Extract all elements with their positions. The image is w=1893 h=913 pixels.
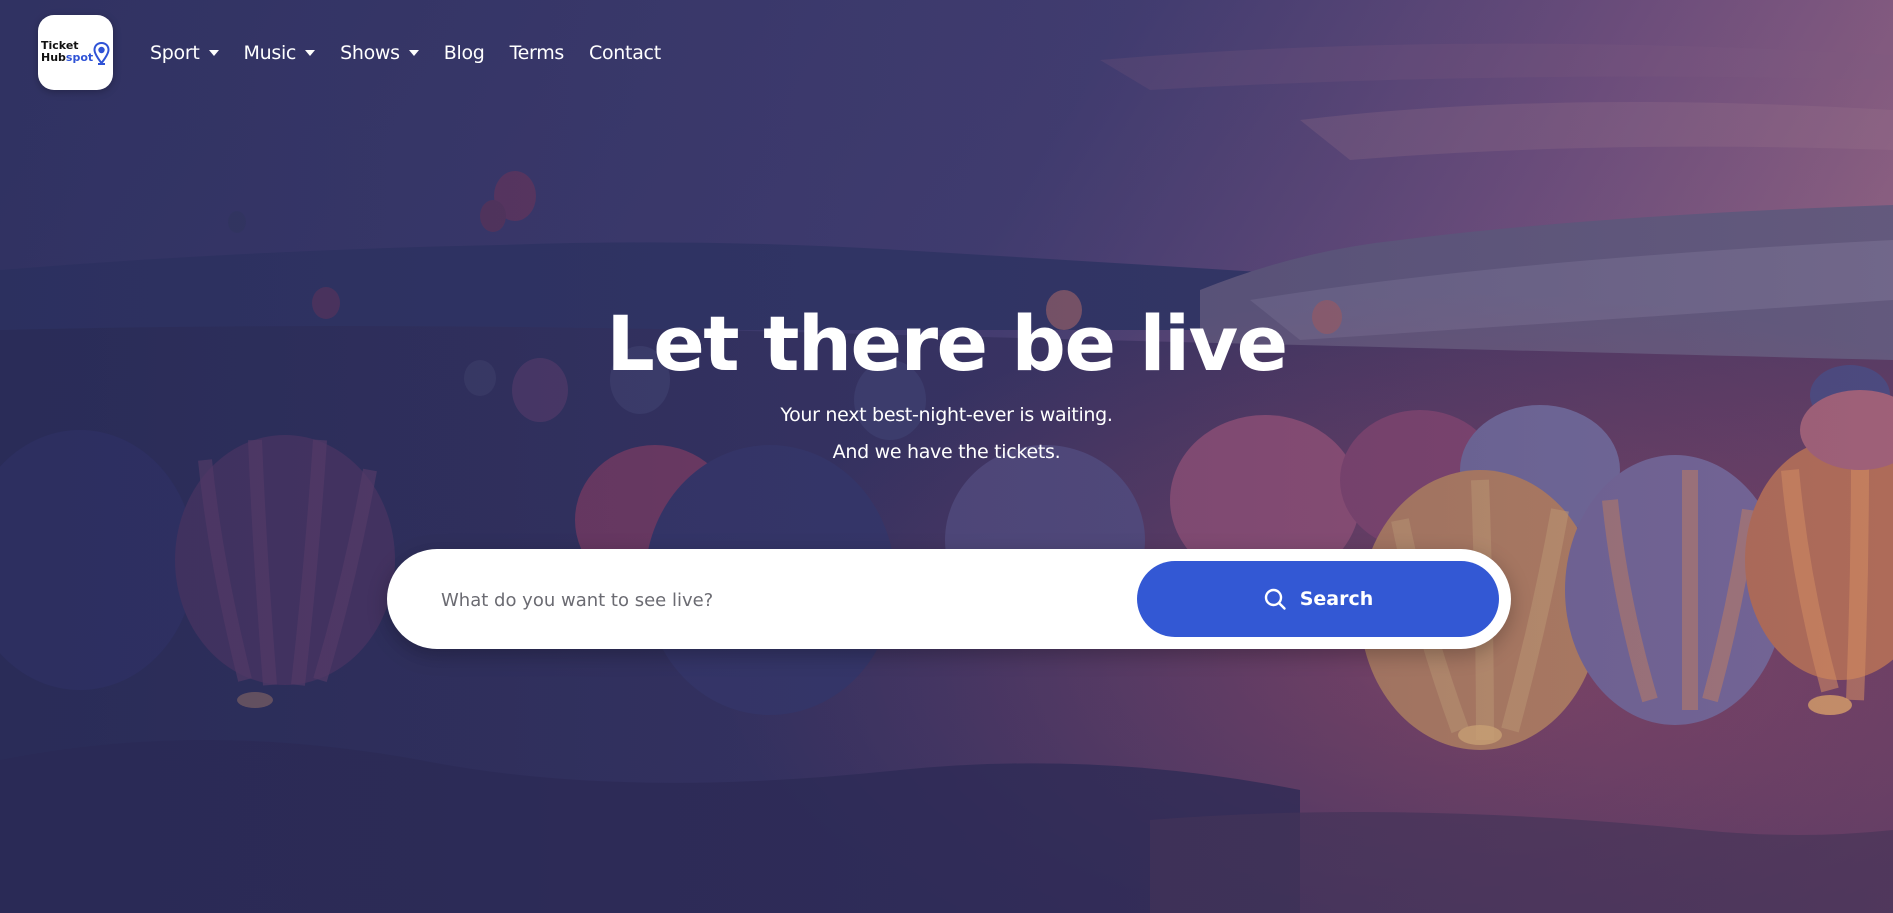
- hero-title: Let there be live: [606, 299, 1288, 388]
- nav-item-contact[interactable]: Contact: [589, 42, 661, 64]
- nav-item-terms[interactable]: Terms: [509, 42, 565, 64]
- main-nav: Sport Music Shows Blog Terms Contact: [150, 38, 686, 68]
- chevron-down-icon: [305, 50, 316, 56]
- nav-item-label: Sport: [150, 42, 200, 64]
- search-button-label: Search: [1299, 588, 1374, 610]
- nav-item-shows[interactable]: Shows: [340, 42, 419, 64]
- location-pin-icon: [93, 42, 110, 65]
- nav-item-label: Terms: [509, 42, 565, 64]
- site-logo[interactable]: Ticket Hubspot: [38, 15, 113, 90]
- logo-text-hubspot: Hubspot: [41, 52, 93, 63]
- hero-subtitle-line2: And we have the tickets.: [832, 441, 1061, 463]
- logo-text-ticket: Ticket: [41, 39, 79, 52]
- nav-item-label: Blog: [443, 42, 485, 64]
- nav-item-label: Shows: [340, 42, 400, 64]
- logo-text-spot: spot: [65, 51, 94, 64]
- nav-item-sport[interactable]: Sport: [150, 42, 219, 64]
- site-header: Ticket Hubspot Sport Music Shows Blog Te…: [0, 0, 1893, 104]
- search-bar: Search: [387, 549, 1511, 649]
- nav-item-label: Contact: [589, 42, 661, 64]
- search-button[interactable]: Search: [1137, 561, 1499, 637]
- hero-subtitle-line1: Your next best-night-ever is waiting.: [780, 404, 1113, 426]
- chevron-down-icon: [408, 50, 419, 56]
- search-icon: [1264, 588, 1286, 610]
- chevron-down-icon: [208, 50, 219, 56]
- nav-item-label: Music: [243, 42, 297, 64]
- search-input[interactable]: [439, 577, 1103, 623]
- nav-item-blog[interactable]: Blog: [444, 42, 485, 64]
- nav-item-music[interactable]: Music: [244, 42, 316, 64]
- logo-text-hub: Hub: [41, 51, 66, 64]
